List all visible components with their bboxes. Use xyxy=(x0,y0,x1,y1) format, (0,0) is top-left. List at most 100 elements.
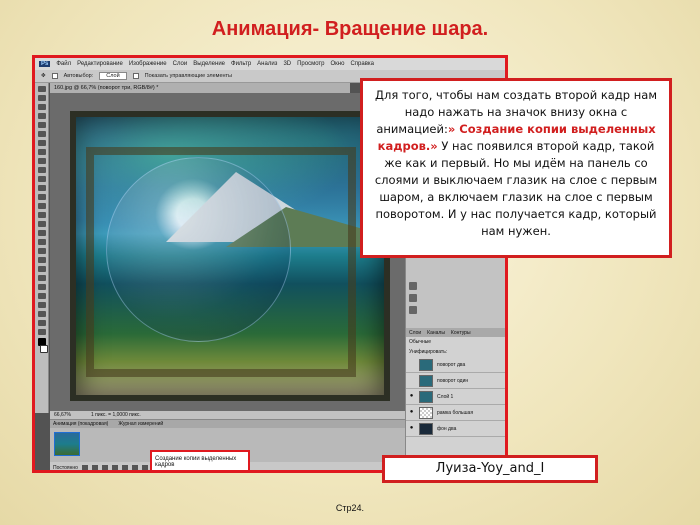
explanation-box: Для того, чтобы нам создать второй кадр … xyxy=(360,78,672,258)
ruler-tool-icon[interactable] xyxy=(38,311,46,317)
brush-tool-icon[interactable] xyxy=(38,149,46,155)
author-box: Луиза-Yoy_and_I xyxy=(382,455,598,483)
stamp-tool-icon[interactable] xyxy=(38,158,46,164)
visibility-eye-icon[interactable] xyxy=(408,361,415,368)
menu-item-select[interactable]: Выделение xyxy=(193,61,225,67)
healing-tool-icon[interactable] xyxy=(38,140,46,146)
menu-item-window[interactable]: Окно xyxy=(331,61,345,67)
menu-item-view[interactable]: Просмотр xyxy=(297,61,324,67)
tab-measurement-log[interactable]: Журнал измерений xyxy=(118,421,163,427)
layer-row[interactable]: поворот два xyxy=(406,357,505,373)
layer-row[interactable]: поворот один xyxy=(406,373,505,389)
move-tool-icon[interactable] xyxy=(38,86,46,92)
zoom-level[interactable]: 66,67% xyxy=(54,412,71,418)
dodge-tool-icon[interactable] xyxy=(38,203,46,209)
menu-item-analysis[interactable]: Анализ xyxy=(257,61,277,67)
tab-layers[interactable]: Слои xyxy=(409,330,421,336)
gradient-tool-icon[interactable] xyxy=(38,185,46,191)
visibility-eye-icon[interactable]: ● xyxy=(408,425,415,432)
history-brush-tool-icon[interactable] xyxy=(38,167,46,173)
background-color-swatch[interactable] xyxy=(40,345,48,353)
layer-name: рамка большая xyxy=(437,409,474,416)
layer-name: фон два xyxy=(437,425,457,432)
3d-tool-icon[interactable] xyxy=(38,248,46,254)
slice-tool-icon[interactable] xyxy=(38,302,46,308)
explanation-text-end: У нас появился второй кадр, такой же как… xyxy=(374,139,658,238)
glass-sphere xyxy=(106,157,291,342)
lock-row: Унифицировать: xyxy=(406,347,505,357)
menu-item-3d[interactable]: 3D xyxy=(283,61,291,67)
ps-menubar: Ps Файл Редактирование Изображение Слои … xyxy=(35,58,505,70)
menu-item-file[interactable]: Файл xyxy=(56,61,71,67)
visibility-eye-icon[interactable] xyxy=(408,377,415,384)
play-icon[interactable] xyxy=(101,464,108,470)
landscape-photo xyxy=(70,111,426,401)
type-tool-icon[interactable] xyxy=(38,221,46,227)
ps-tools-panel xyxy=(35,83,49,413)
autoselect-dropdown[interactable]: Слой xyxy=(99,72,127,80)
panel-icon-adjustments[interactable] xyxy=(409,282,417,290)
menu-item-filter[interactable]: Фильтр xyxy=(231,61,251,67)
tab-animation[interactable]: Анимация (покадровая) xyxy=(53,421,108,427)
next-frame-icon[interactable] xyxy=(111,464,118,470)
crop-tool-icon[interactable] xyxy=(38,122,46,128)
delete-frame-icon[interactable] xyxy=(141,464,148,470)
rotate-view-tool-icon[interactable] xyxy=(38,293,46,299)
animation-tabs: Анимация (покадровая) Журнал измерений xyxy=(50,420,405,428)
layer-name: поворот один xyxy=(437,377,469,384)
duplicate-frames-tooltip: Создание копии выделенных кадров xyxy=(150,450,250,472)
doc-info: 1 пикс. = 1,0000 пикс. xyxy=(90,412,141,418)
menu-item-image[interactable]: Изображение xyxy=(129,61,167,67)
menu-item-layers[interactable]: Слои xyxy=(173,61,188,67)
panel-icon-styles[interactable] xyxy=(409,306,417,314)
layer-row[interactable]: ● фон два xyxy=(406,421,505,437)
layer-thumbnail xyxy=(419,374,433,387)
zoom-tool-icon[interactable] xyxy=(38,266,46,272)
layer-thumbnail xyxy=(419,422,433,435)
hand-tool-icon[interactable] xyxy=(38,257,46,263)
panel-icons xyxy=(406,278,420,318)
tween-icon[interactable] xyxy=(121,464,128,470)
blur-tool-icon[interactable] xyxy=(38,194,46,200)
duplicate-frame-icon[interactable] xyxy=(131,464,138,470)
lasso-tool-icon[interactable] xyxy=(38,104,46,110)
autoselect-label: Автовыбор: xyxy=(63,73,94,79)
menu-item-edit[interactable]: Редактирование xyxy=(77,61,123,67)
layer-row[interactable]: ● Слой 1 xyxy=(406,389,505,405)
count-tool-icon[interactable] xyxy=(38,284,46,290)
layer-thumbnail xyxy=(419,390,433,403)
tab-paths[interactable]: Контуры xyxy=(451,330,471,336)
eyedropper-tool-icon[interactable] xyxy=(38,131,46,137)
pen-tool-icon[interactable] xyxy=(38,212,46,218)
shape-tool-icon[interactable] xyxy=(38,239,46,245)
path-select-tool-icon[interactable] xyxy=(38,230,46,236)
layer-thumbnail xyxy=(419,358,433,371)
visibility-eye-icon[interactable]: ● xyxy=(408,409,415,416)
animation-frame-1[interactable] xyxy=(54,432,80,456)
eraser-tool-icon[interactable] xyxy=(38,176,46,182)
ps-logo-icon: Ps xyxy=(39,61,51,67)
note-tool-icon[interactable] xyxy=(38,275,46,281)
3d-camera-tool-icon[interactable] xyxy=(38,320,46,326)
marquee-tool-icon[interactable] xyxy=(38,95,46,101)
magic-wand-tool-icon[interactable] xyxy=(38,113,46,119)
show-controls-checkbox[interactable] xyxy=(132,73,139,79)
layers-tabs: Слои Каналы Контуры xyxy=(406,328,505,337)
blend-mode-select[interactable]: Обычные xyxy=(409,339,431,345)
panel-icon-masks[interactable] xyxy=(409,294,417,302)
canvas-area[interactable] xyxy=(50,93,426,411)
loop-select[interactable]: Постоянно xyxy=(53,465,78,471)
prev-frame-icon[interactable] xyxy=(91,464,98,470)
move-tool-icon[interactable]: ✥ xyxy=(41,73,46,79)
document-tab[interactable]: 160.jpg @ 66,7% (поворот три, RGB/8#) * xyxy=(50,83,350,93)
status-bar: 66,67% 1 пикс. = 1,0000 пикс. xyxy=(50,411,405,419)
visibility-eye-icon[interactable]: ● xyxy=(408,393,415,400)
first-frame-icon[interactable] xyxy=(81,464,88,470)
tab-channels[interactable]: Каналы xyxy=(427,330,445,336)
autoselect-checkbox[interactable] xyxy=(51,73,58,79)
smudge-tool-icon[interactable] xyxy=(38,329,46,335)
layer-row[interactable]: ● рамка большая xyxy=(406,405,505,421)
layers-panel: Слои Каналы Контуры Обычные Унифицироват… xyxy=(406,328,505,470)
lock-label: Унифицировать: xyxy=(409,349,448,355)
menu-item-help[interactable]: Справка xyxy=(350,61,374,67)
